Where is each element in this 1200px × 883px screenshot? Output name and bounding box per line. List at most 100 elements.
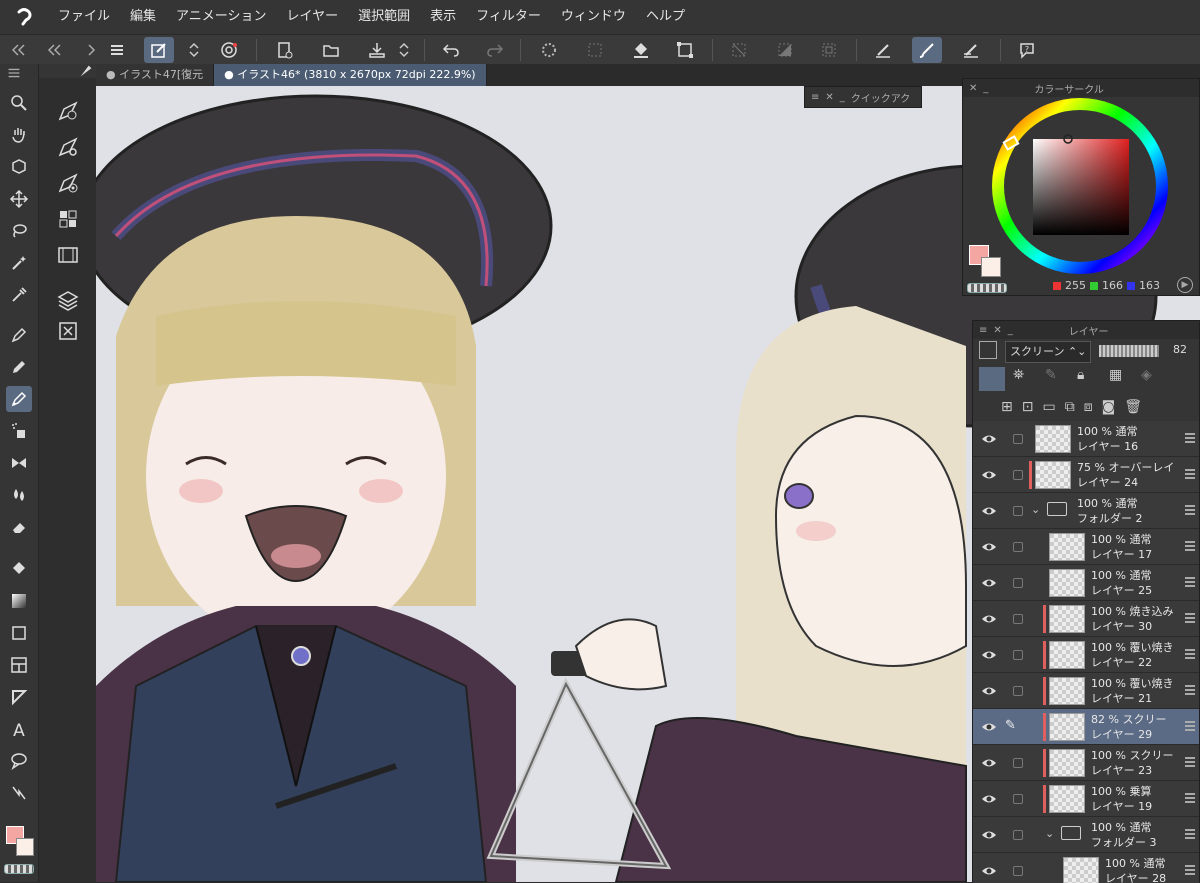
layer-checkbox[interactable] xyxy=(1013,614,1023,624)
eye-icon[interactable] xyxy=(981,611,997,627)
mask-enable-icon[interactable]: ◈ xyxy=(1141,367,1165,393)
eye-icon[interactable] xyxy=(981,431,997,447)
chevron-down-icon[interactable]: ⌄ xyxy=(1031,503,1040,516)
layer-menu-icon[interactable] xyxy=(1185,467,1195,481)
blend-icon[interactable] xyxy=(6,482,32,508)
decoration-icon[interactable] xyxy=(6,450,32,476)
clip-icon[interactable] xyxy=(979,367,1005,391)
airbrush-icon[interactable] xyxy=(6,418,32,444)
layer-checkbox[interactable] xyxy=(1013,506,1023,516)
layer-menu-icon[interactable] xyxy=(1185,503,1195,517)
menu-small-icon[interactable] xyxy=(5,64,23,82)
layer-checkbox[interactable] xyxy=(1013,434,1023,444)
ruler-icon[interactable] xyxy=(6,684,32,710)
hand-icon[interactable] xyxy=(6,122,32,148)
figure-icon[interactable] xyxy=(6,620,32,646)
layer-menu-icon[interactable] xyxy=(1185,863,1195,877)
reference-icon[interactable]: ⛯ xyxy=(1013,367,1037,393)
opacity-value[interactable]: 82 xyxy=(1173,343,1187,356)
layer-row[interactable]: 100 % 乗算 レイヤー 19 xyxy=(973,781,1199,817)
save-options-icon[interactable] xyxy=(394,37,414,63)
layer-row[interactable]: 100 % 通常 レイヤー 16 xyxy=(973,421,1199,457)
brush-icon[interactable] xyxy=(6,386,32,412)
transparent-color-icon[interactable] xyxy=(967,283,1007,293)
eyedropper-icon[interactable] xyxy=(6,282,32,308)
lock-alpha-icon[interactable]: ▦ xyxy=(1109,367,1133,393)
tab-illust46[interactable]: ● イラスト46* (3810 x 2670px 72dpi 222.9%) xyxy=(214,64,487,86)
collapse-left2-icon[interactable] xyxy=(40,37,70,63)
close-icon[interactable]: ✕ xyxy=(969,83,977,94)
balloon-icon[interactable] xyxy=(6,748,32,774)
eye-icon[interactable] xyxy=(981,863,997,879)
eye-icon[interactable] xyxy=(981,575,997,591)
layer-checkbox[interactable] xyxy=(1013,866,1023,876)
new-folder-icon[interactable]: ▭ xyxy=(1042,399,1055,421)
menu-item-2[interactable]: アニメーション xyxy=(166,0,276,34)
layer-menu-icon[interactable] xyxy=(1185,791,1195,805)
menu-item-4[interactable]: 選択範囲 xyxy=(348,0,420,34)
eraser-icon[interactable] xyxy=(6,514,32,540)
edit-mode-button[interactable] xyxy=(144,37,174,63)
collapse-left-icon[interactable] xyxy=(4,37,34,63)
new-raster-layer-icon[interactable]: ⊞ xyxy=(1001,399,1013,421)
layer-checkbox[interactable] xyxy=(1013,758,1023,768)
app-logo-icon[interactable] xyxy=(0,0,48,34)
chevron-down-icon[interactable]: ⌄ xyxy=(1045,827,1054,840)
layer-menu-icon[interactable] xyxy=(1185,827,1195,841)
pen-icon[interactable] xyxy=(6,322,32,348)
correct-line-icon[interactable] xyxy=(6,780,32,806)
eye-icon[interactable] xyxy=(981,467,997,483)
layer-menu-icon[interactable] xyxy=(1185,611,1195,625)
eye-icon[interactable] xyxy=(981,719,997,735)
fill-icon[interactable] xyxy=(626,37,656,63)
help-icon[interactable]: ? xyxy=(1012,37,1042,63)
menu-item-7[interactable]: ウィンドウ xyxy=(551,0,636,34)
opacity-slider[interactable] xyxy=(1099,345,1159,357)
minimize-icon[interactable]: _ xyxy=(983,83,988,94)
eye-icon[interactable] xyxy=(981,827,997,843)
delete-layer-icon[interactable]: 🗑︎ xyxy=(1124,399,1142,421)
selection-border-icon[interactable] xyxy=(814,37,844,63)
layer-row[interactable]: ⌄ 100 % 通常 フォルダー 3 xyxy=(973,817,1199,853)
transparent-color-icon[interactable] xyxy=(4,864,34,874)
layer-row[interactable]: 100 % 通常 レイヤー 25 xyxy=(973,565,1199,601)
frame-icon[interactable] xyxy=(6,652,32,678)
layer-row[interactable]: 100 % 覆い焼き レイヤー 21 xyxy=(973,673,1199,709)
ruler-pen-icon[interactable] xyxy=(868,37,898,63)
zoom-icon[interactable] xyxy=(6,90,32,116)
pencil-icon[interactable] xyxy=(6,354,32,380)
new-canvas-icon[interactable] xyxy=(270,37,300,63)
layer-menu-icon[interactable] xyxy=(1185,431,1195,445)
minimize-icon[interactable]: _ xyxy=(840,92,845,103)
lock-icon[interactable]: 🔒︎ xyxy=(1077,367,1101,393)
redo-icon[interactable] xyxy=(480,37,510,63)
gradient-icon[interactable] xyxy=(6,588,32,614)
layer-row[interactable]: 100 % スクリー レイヤー 23 xyxy=(973,745,1199,781)
panel-menu-icon[interactable]: ≡ xyxy=(979,325,987,336)
eye-icon[interactable] xyxy=(981,503,997,519)
pen-small-icon[interactable] xyxy=(77,62,95,80)
menu-item-3[interactable]: レイヤー xyxy=(277,0,349,34)
menu-item-8[interactable]: ヘルプ xyxy=(636,0,695,34)
tab-illust47[interactable]: ● イラスト47[復元 xyxy=(96,64,215,86)
color-wheel[interactable] xyxy=(987,93,1173,279)
select-clear-icon[interactable] xyxy=(724,37,754,63)
layer-menu-icon[interactable] xyxy=(1185,719,1195,733)
menu-item-6[interactable]: フィルター xyxy=(466,0,551,34)
hamburger-menu-icon[interactable] xyxy=(102,37,132,63)
eye-icon[interactable] xyxy=(981,791,997,807)
eye-icon[interactable] xyxy=(981,647,997,663)
spiral-logo-icon[interactable] xyxy=(214,37,244,63)
ruler-snap-icon[interactable] xyxy=(956,37,986,63)
menu-item-5[interactable]: 表示 xyxy=(420,0,466,34)
sub-tool-settings-icon[interactable] xyxy=(53,132,83,162)
layer-row[interactable]: ✎ 82 % スクリー レイヤー 29 xyxy=(973,709,1199,745)
eye-icon[interactable] xyxy=(981,539,997,555)
layer-menu-icon[interactable] xyxy=(1185,539,1195,553)
magic-wand-icon[interactable] xyxy=(6,250,32,276)
menu-item-1[interactable]: 編集 xyxy=(120,0,166,34)
updown-icon[interactable] xyxy=(184,37,204,63)
layer-row[interactable]: 100 % 覆い焼き レイヤー 22 xyxy=(973,637,1199,673)
loading-icon[interactable] xyxy=(534,37,564,63)
layer-checkbox[interactable] xyxy=(1013,542,1023,552)
